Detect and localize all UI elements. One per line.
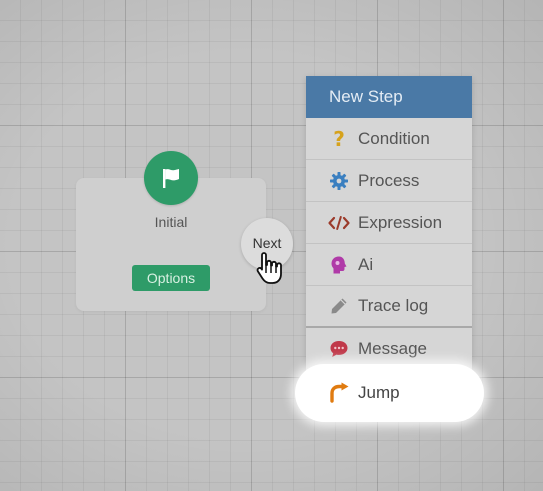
menu-item-process[interactable]: Process: [306, 160, 472, 202]
flag-icon: [163, 169, 179, 188]
options-button[interactable]: Options: [132, 265, 210, 291]
question-icon: ?: [333, 126, 345, 151]
pencil-icon: [328, 295, 350, 317]
menu-item-label: Ai: [358, 254, 374, 274]
menu-item-label: Message: [358, 339, 427, 358]
menu-item-label: Process: [358, 170, 420, 190]
menu-item-trace-log[interactable]: Trace log: [306, 286, 472, 328]
menu-item-ai[interactable]: Ai: [306, 244, 472, 286]
hand-pointer-cursor-icon: [256, 252, 282, 284]
menu-header: New Step: [306, 76, 472, 118]
menu-item-label: Jump: [358, 383, 400, 402]
jump-arrow-icon: [328, 382, 350, 404]
menu-item-jump[interactable]: Jump: [295, 364, 484, 422]
menu-item-condition[interactable]: ? Condition: [306, 118, 472, 160]
menu-item-expression[interactable]: Expression: [306, 202, 472, 244]
menu-item-label: Trace log: [358, 296, 429, 315]
new-step-menu: New Step ? Condition Process Expression …: [306, 76, 472, 370]
gear-icon: [328, 170, 350, 192]
node-icon-circle: [144, 151, 198, 205]
code-icon: [328, 212, 350, 234]
menu-item-label: Expression: [358, 212, 443, 232]
next-connector-label: Next: [252, 235, 282, 251]
chat-icon: [328, 338, 350, 360]
brain-icon: [328, 254, 350, 276]
node-title: Initial: [154, 214, 188, 230]
menu-item-label: Condition: [358, 128, 430, 148]
